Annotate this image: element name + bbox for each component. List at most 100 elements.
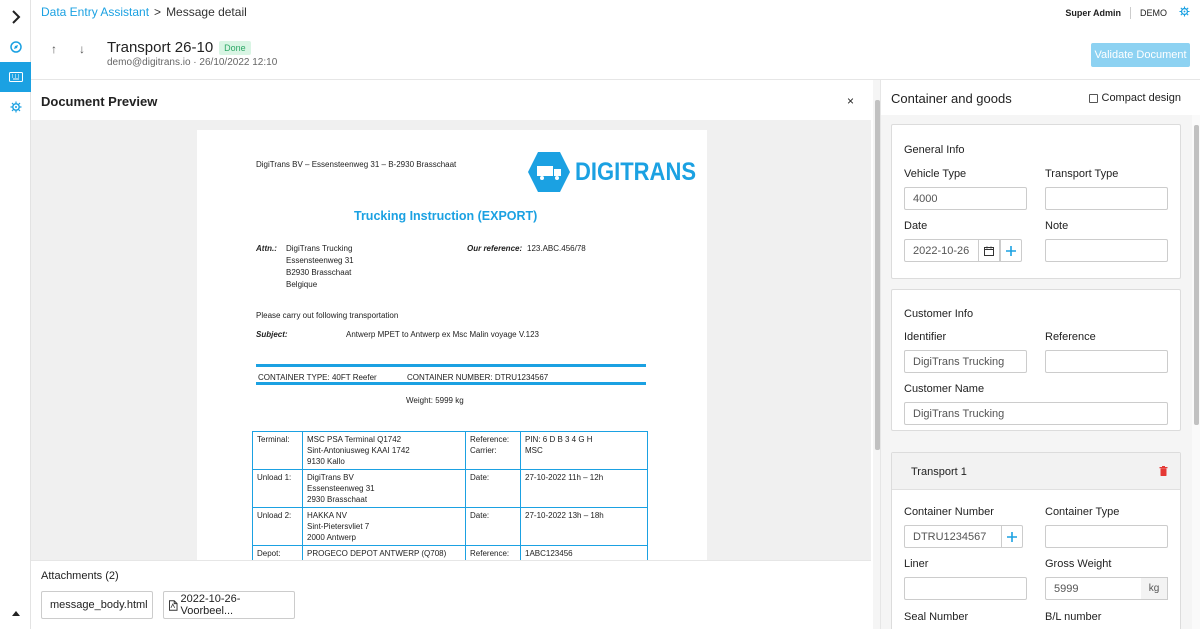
add-container-button[interactable] [1001, 525, 1023, 548]
nav-explore[interactable] [0, 32, 31, 62]
attachment-chip[interactable]: message_body.html [41, 591, 153, 619]
subject-label: Subject: [256, 330, 288, 339]
user-box: Super Admin DEMO [1065, 6, 1190, 19]
row-label: Depot: [252, 545, 303, 560]
row-label: Terminal: [252, 431, 303, 470]
nav-settings[interactable] [0, 92, 31, 122]
transport-card-header[interactable]: Transport 1 [892, 453, 1180, 490]
date-input[interactable]: 2022-10-26 [904, 239, 979, 262]
row-detail: 27-10-2022 11h – 12h [520, 469, 648, 508]
table-row: Unload 1: DigiTrans BV Essensteenweg 31 … [252, 469, 648, 508]
message-title-bar: ↑ ↓ Transport 26-10 Done demo@digitrans.… [31, 24, 1200, 80]
seal-number-label: Seal Number [904, 611, 969, 623]
transport-type-input[interactable] [1045, 187, 1168, 210]
top-bar: Data Entry Assistant > Message detail Supe… [31, 0, 1200, 24]
document-preview-panel: Document Preview × DigiTrans BV – Essens… [31, 80, 881, 629]
gear-icon [10, 101, 21, 113]
general-info-title: General Info [904, 144, 965, 156]
message-meta: demo@digitrans.io · 26/10/2022 12:10 [107, 57, 278, 68]
close-preview-icon[interactable]: × [847, 94, 854, 108]
status-badge: Done [219, 40, 251, 55]
row-value: DigiTrans BV Essensteenweg 31 2930 Brass… [302, 469, 466, 508]
row-label: Unload 2: [252, 507, 303, 546]
container-number-label: Container Number [904, 506, 994, 518]
document-title: Trucking Instruction (EXPORT) [354, 209, 538, 223]
attachment-chip[interactable]: 2022-10-26-Voorbeel... [163, 591, 295, 619]
breadcrumb-root[interactable]: Data Entry Assistant [41, 5, 149, 19]
container-type-text: CONTAINER TYPE: 40FT Reefer [258, 373, 377, 382]
left-rail [0, 0, 31, 629]
tenant-name[interactable]: DEMO [1140, 8, 1167, 18]
nav-data-entry[interactable] [0, 62, 31, 92]
container-type-label: Container Type [1045, 506, 1120, 518]
logo-text: DIGITRANS [575, 157, 696, 186]
collapse-button[interactable] [0, 598, 31, 628]
attachments-section: Attachments (2) message_body.html 2022-1… [31, 560, 871, 629]
document-preview-heading: Document Preview [41, 94, 158, 109]
row-value: HAKKA NV Sint-Pietersvliet 7 2000 Antwer… [302, 507, 466, 546]
note-input[interactable] [1045, 239, 1168, 262]
document-viewer[interactable]: DigiTrans BV – Essensteenweg 31 – B-2930… [31, 120, 871, 560]
scrollbar-thumb[interactable] [1194, 125, 1199, 425]
compact-design-toggle[interactable]: Compact design [1088, 92, 1181, 104]
form-scroll-area[interactable]: General Info Vehicle Type 4000 Transport… [881, 115, 1200, 629]
container-number-text: CONTAINER NUMBER: DTRU1234567 [407, 373, 549, 382]
transport-table: Terminal: MSC PSA Terminal Q1742 Sint-An… [252, 431, 648, 560]
reference-input[interactable] [1045, 350, 1168, 373]
attn-line: Essensteenweg 31 [286, 256, 354, 265]
attn-label: Attn.: [256, 244, 277, 253]
breadcrumb: Data Entry Assistant > Message detail [41, 5, 247, 19]
subject-value: Antwerp MPET to Antwerp ex Msc Malin voy… [346, 330, 539, 339]
note-label: Note [1045, 220, 1069, 232]
keyboard-icon [8, 72, 23, 82]
compact-design-checkbox[interactable] [1088, 93, 1098, 103]
row-value: MSC PSA Terminal Q1742 Sint-Antoniusweg … [302, 431, 466, 470]
row-label: Unload 1: [252, 469, 303, 508]
attn-line: DigiTrans Trucking [286, 244, 353, 253]
customer-info-title: Customer Info [904, 308, 974, 320]
transport-title: Transport 1 [911, 466, 967, 478]
plus-icon [1006, 245, 1016, 256]
table-row: Terminal: MSC PSA Terminal Q1742 Sint-An… [252, 431, 648, 470]
container-type-input[interactable] [1045, 525, 1168, 548]
divider [1130, 6, 1131, 19]
breadcrumb-separator: > [154, 5, 162, 19]
transport-card: Transport 1 Container Number DTRU1234567… [891, 452, 1181, 629]
blue-divider [256, 382, 646, 385]
table-row: Unload 2: HAKKA NV Sint-Pietersvliet 7 2… [252, 507, 648, 546]
sender-line: DigiTrans BV – Essensteenweg 31 – B-2930… [256, 160, 457, 169]
next-message-icon[interactable]: ↓ [73, 42, 91, 56]
trash-icon[interactable] [1159, 466, 1168, 476]
calendar-icon [984, 246, 994, 256]
breadcrumb-current: Message detail [166, 5, 247, 19]
our-reference-value: 123.ABC.456/78 [527, 244, 586, 253]
row-key: Reference: [465, 545, 521, 560]
previous-message-icon[interactable]: ↑ [45, 42, 63, 56]
compass-icon [9, 41, 22, 53]
table-row: Depot: PROGECO DEPOT ANTWERP (Q708) Antw… [252, 545, 648, 560]
user-role[interactable]: Super Admin [1065, 8, 1121, 18]
identifier-label: Identifier [904, 331, 947, 343]
form-scrollbar[interactable] [1192, 115, 1200, 629]
container-number-input[interactable]: DTRU1234567 [904, 525, 1002, 548]
date-label: Date [904, 220, 928, 232]
expand-menu-button[interactable] [0, 2, 31, 32]
general-info-card: General Info Vehicle Type 4000 Transport… [891, 124, 1181, 279]
attachment-name: 2022-10-26-Voorbeel... [180, 593, 241, 617]
truck-hexagon-icon [528, 152, 570, 192]
gross-weight-input[interactable]: 5999 [1045, 577, 1142, 600]
digitrans-logo: DIGITRANS [527, 150, 713, 194]
plus-icon [1007, 531, 1017, 542]
validate-document-button[interactable]: Validate Document [1091, 43, 1190, 67]
identifier-input[interactable]: DigiTrans Trucking [904, 350, 1027, 373]
liner-input[interactable] [904, 577, 1027, 600]
bl-number-label: B/L number [1045, 611, 1102, 623]
blue-divider [256, 364, 646, 367]
calendar-button[interactable] [978, 239, 1000, 262]
row-detail: 27-10-2022 13h – 18h [520, 507, 648, 546]
add-date-button[interactable] [1000, 239, 1022, 262]
customer-name-input[interactable]: DigiTrans Trucking [904, 402, 1168, 425]
row-detail: 1ABC123456 [520, 545, 648, 560]
vehicle-type-input[interactable]: 4000 [904, 187, 1027, 210]
settings-gear-icon[interactable] [1179, 6, 1190, 19]
